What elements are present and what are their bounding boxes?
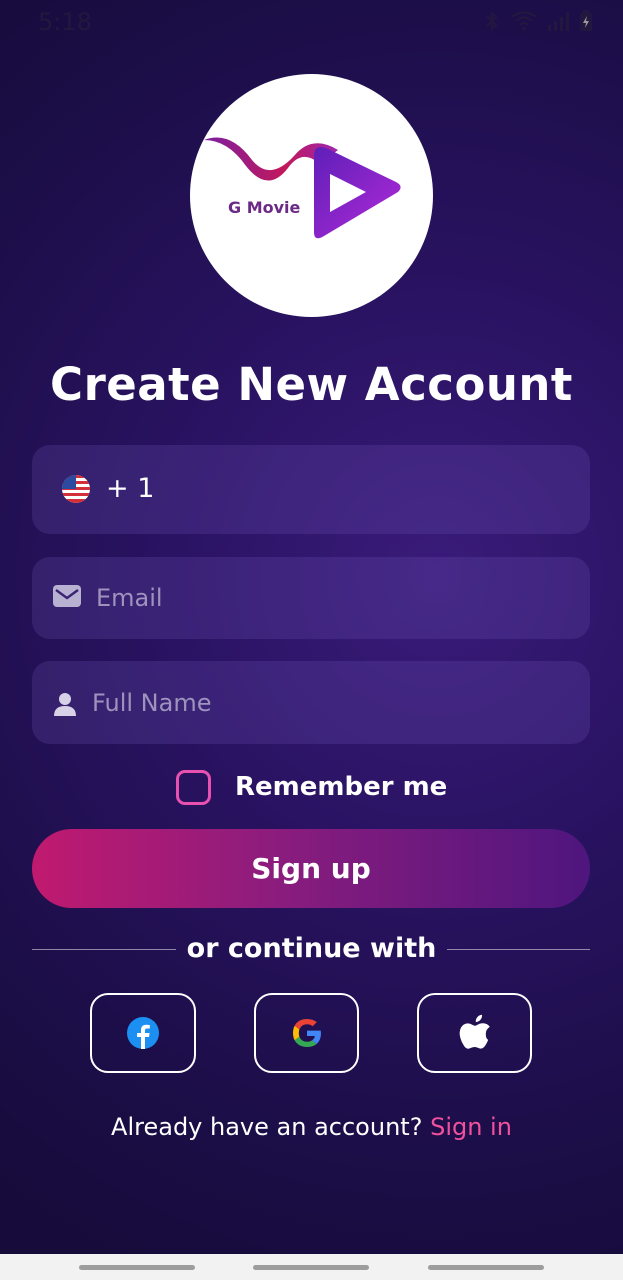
country-code[interactable]: + 1 [106,473,154,504]
sign-in-link[interactable]: Sign in [430,1113,512,1141]
google-icon [292,1019,321,1047]
wifi-icon [511,11,537,31]
facebook-login-button[interactable] [90,993,196,1073]
status-bar: 5:18 [0,0,623,44]
full-name-field[interactable] [32,661,590,744]
remember-me-label[interactable]: Remember me [235,772,447,802]
apple-login-button[interactable] [417,993,532,1073]
sign-in-prompt: Already have an account? Sign in [0,1113,623,1141]
person-icon [52,691,78,721]
app-logo: G Movie [190,74,433,317]
divider-line-right [447,949,590,950]
logo-graphic [204,137,401,239]
full-name-input[interactable] [92,661,532,744]
facebook-icon [127,1017,159,1049]
system-nav-bar [0,1254,623,1280]
sign-in-prompt-text: Already have an account? [111,1113,423,1141]
mail-icon [52,583,82,613]
logo-text: G Movie [228,198,301,217]
remember-me-checkbox[interactable] [176,769,211,805]
apple-icon [459,1014,490,1049]
phone-field[interactable]: + 1 [32,445,590,534]
status-icons [483,10,593,32]
status-time: 5:18 [38,8,92,36]
bluetooth-icon [486,10,498,32]
battery-charging-icon [580,10,592,31]
sign-up-button[interactable]: Sign up [32,829,590,908]
nav-back-handle[interactable] [428,1265,544,1270]
email-field[interactable] [32,557,590,639]
page-title: Create New Account [50,358,573,411]
nav-home-handle[interactable] [253,1265,369,1270]
google-login-button[interactable] [254,993,359,1073]
email-input[interactable] [96,557,536,639]
nav-recents-handle[interactable] [79,1265,195,1270]
remember-me-row[interactable]: Remember me [176,769,447,805]
us-flag-icon[interactable] [62,475,90,503]
signal-icon [548,12,569,31]
